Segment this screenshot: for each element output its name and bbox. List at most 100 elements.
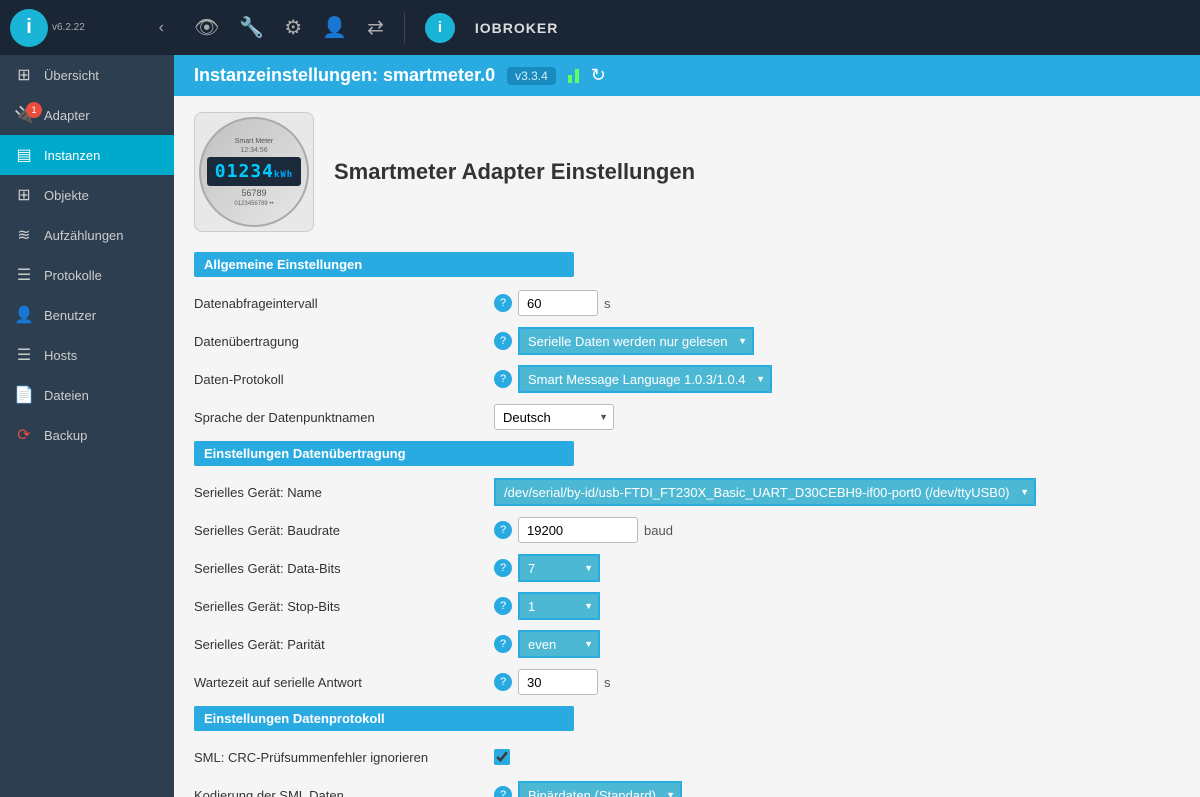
help-icon-datenabfrageintervall[interactable]: ? (494, 294, 512, 312)
sidebar-version: v6.2.22 (52, 22, 159, 33)
sidebar-item-label: Aufzählungen (44, 228, 124, 243)
select-sprache[interactable]: Deutsch (494, 404, 614, 430)
sidebar: i v6.2.22 ‹ ⊞ Übersicht 🔌 Adapter 1 ▤ In… (0, 0, 174, 797)
adapter-title: Smartmeter Adapter Einstellungen (334, 159, 695, 185)
grid-icon: ⊞ (14, 65, 34, 85)
select-datenuebertragung[interactable]: Serielle Daten werden nur gelesen (519, 328, 753, 354)
sidebar-item-instanzen[interactable]: ▤ Instanzen (0, 135, 174, 175)
eye-icon[interactable]: 👁 (194, 15, 219, 40)
refresh-button[interactable]: ↻ (591, 65, 606, 86)
meter-display: 01234kWh (207, 157, 301, 186)
person-icon[interactable]: 👤 (322, 15, 347, 40)
sidebar-item-benutzer[interactable]: 👤 Benutzer (0, 295, 174, 335)
control-databits: ? 7 (494, 554, 600, 582)
field-datenabfrageintervall: Datenabfrageintervall ? s (194, 289, 1180, 317)
input-baudrate[interactable] (518, 517, 638, 543)
input-datenabfrageintervall[interactable] (518, 290, 598, 316)
dateien-icon: 📄 (14, 385, 34, 405)
sidebar-item-label: Backup (44, 428, 87, 443)
field-serial-name: Serielles Gerät: Name /dev/serial/by-id/… (194, 478, 1180, 506)
sidebar-item-label: Hosts (44, 348, 77, 363)
select-wrapper-datenuebertragung: Serielle Daten werden nur gelesen (518, 327, 754, 355)
sidebar-item-uebersicht[interactable]: ⊞ Übersicht (0, 55, 174, 95)
topbar-divider (404, 13, 405, 43)
control-datenuebertragung: ? Serielle Daten werden nur gelesen (494, 327, 754, 355)
unit-datenabfrageintervall: s (604, 296, 611, 311)
help-icon-databits[interactable]: ? (494, 559, 512, 577)
field-baudrate: Serielles Gerät: Baudrate ? baud (194, 516, 1180, 544)
sidebar-item-objekte[interactable]: ⊞ Objekte (0, 175, 174, 215)
checkbox-crc[interactable] (494, 749, 510, 765)
sidebar-item-label: Dateien (44, 388, 89, 403)
select-wrapper-datenprotokoll: Smart Message Language 1.0.3/1.0.4 (518, 365, 772, 393)
select-databits[interactable]: 7 (519, 555, 599, 581)
section-general-header: Allgemeine Einstellungen (194, 252, 574, 277)
label-serial-name: Serielles Gerät: Name (194, 485, 494, 500)
sidebar-item-label: Protokolle (44, 268, 102, 283)
control-stopbits: ? 1 (494, 592, 600, 620)
sidebar-nav: ⊞ Übersicht 🔌 Adapter 1 ▤ Instanzen ⊞ Ob… (0, 55, 174, 797)
help-icon-datenuebertragung[interactable]: ? (494, 332, 512, 350)
select-paritaet[interactable]: even (519, 631, 599, 657)
help-icon-paritaet[interactable]: ? (494, 635, 512, 653)
status-indicator (568, 69, 579, 83)
settings-body: Smart Meter 12:34:56 01234kWh 56789 0123… (174, 96, 1200, 797)
control-paritaet: ? even (494, 630, 600, 658)
benutzer-icon: 👤 (14, 305, 34, 325)
adapter-image-inner: Smart Meter 12:34:56 01234kWh 56789 0123… (199, 117, 309, 227)
sidebar-item-hosts[interactable]: ☰ Hosts (0, 335, 174, 375)
transfer-icon[interactable]: ⇄ (367, 15, 384, 40)
control-kodierung: ? Binärdaten (Standard) (494, 781, 682, 797)
control-sprache: Deutsch (494, 404, 614, 430)
control-crc (494, 749, 510, 765)
help-icon-datenprotokoll[interactable]: ? (494, 370, 512, 388)
select-wrapper-databits: 7 (518, 554, 600, 582)
meter-barcode: 0123456789 •• (234, 201, 273, 207)
status-bar-1 (568, 75, 572, 83)
label-datenuebertragung: Datenübertragung (194, 334, 494, 349)
sidebar-item-label: Übersicht (44, 68, 99, 83)
help-icon-baudrate[interactable]: ? (494, 521, 512, 539)
sidebar-collapse-icon[interactable]: ‹ (159, 19, 164, 37)
label-sprache: Sprache der Datenpunktnamen (194, 410, 494, 425)
field-wartezeit: Wartezeit auf serielle Antwort ? s (194, 668, 1180, 696)
hosts-icon: ☰ (14, 345, 34, 365)
sidebar-item-label: Adapter (44, 108, 90, 123)
meter-sub: 56789 (241, 188, 266, 198)
unit-baudrate: baud (644, 523, 673, 538)
backup-icon: ⟳ (14, 425, 34, 445)
sidebar-item-aufzaehlungen[interactable]: ≋ Aufzählungen (0, 215, 174, 255)
select-wrapper-paritaet: even (518, 630, 600, 658)
protokolle-icon: ☰ (14, 265, 34, 285)
sidebar-header: i v6.2.22 ‹ (0, 0, 174, 55)
control-serial-name: /dev/serial/by-id/usb-FTDI_FT230X_Basic_… (494, 478, 1036, 506)
select-serial-name[interactable]: /dev/serial/by-id/usb-FTDI_FT230X_Basic_… (495, 479, 1035, 505)
wrench-icon[interactable]: 🔧 (239, 15, 264, 40)
sidebar-item-protokolle[interactable]: ☰ Protokolle (0, 255, 174, 295)
content-area: Instanzeinstellungen: smartmeter.0 v3.3.… (174, 55, 1200, 797)
label-baudrate: Serielles Gerät: Baudrate (194, 523, 494, 538)
sidebar-item-adapter[interactable]: 🔌 Adapter 1 (0, 95, 174, 135)
help-icon-kodierung[interactable]: ? (494, 786, 512, 797)
adapter-image: Smart Meter 12:34:56 01234kWh 56789 0123… (194, 112, 314, 232)
sidebar-item-dateien[interactable]: 📄 Dateien (0, 375, 174, 415)
help-icon-wartezeit[interactable]: ? (494, 673, 512, 691)
status-bar-2 (575, 69, 579, 83)
objekte-icon: ⊞ (14, 185, 34, 205)
field-paritaet: Serielles Gerät: Parität ? even (194, 630, 1180, 658)
control-wartezeit: ? s (494, 669, 611, 695)
sidebar-item-label: Objekte (44, 188, 89, 203)
help-icon-stopbits[interactable]: ? (494, 597, 512, 615)
input-wartezeit[interactable] (518, 669, 598, 695)
select-stopbits[interactable]: 1 (519, 593, 599, 619)
select-datenprotokoll[interactable]: Smart Message Language 1.0.3/1.0.4 (519, 366, 771, 392)
field-datenuebertragung: Datenübertragung ? Serielle Daten werden… (194, 327, 1180, 355)
topbar: 👁 🔧 ⚙ 👤 ⇄ i IOBROKER (174, 0, 1200, 55)
page-header: Instanzeinstellungen: smartmeter.0 v3.3.… (174, 55, 1200, 96)
aufzaehlungen-icon: ≋ (14, 225, 34, 245)
gear-icon[interactable]: ⚙ (284, 15, 302, 40)
adapter-badge: 1 (26, 102, 42, 118)
select-kodierung[interactable]: Binärdaten (Standard) (519, 782, 681, 797)
sidebar-item-backup[interactable]: ⟳ Backup (0, 415, 174, 455)
field-databits: Serielles Gerät: Data-Bits ? 7 (194, 554, 1180, 582)
